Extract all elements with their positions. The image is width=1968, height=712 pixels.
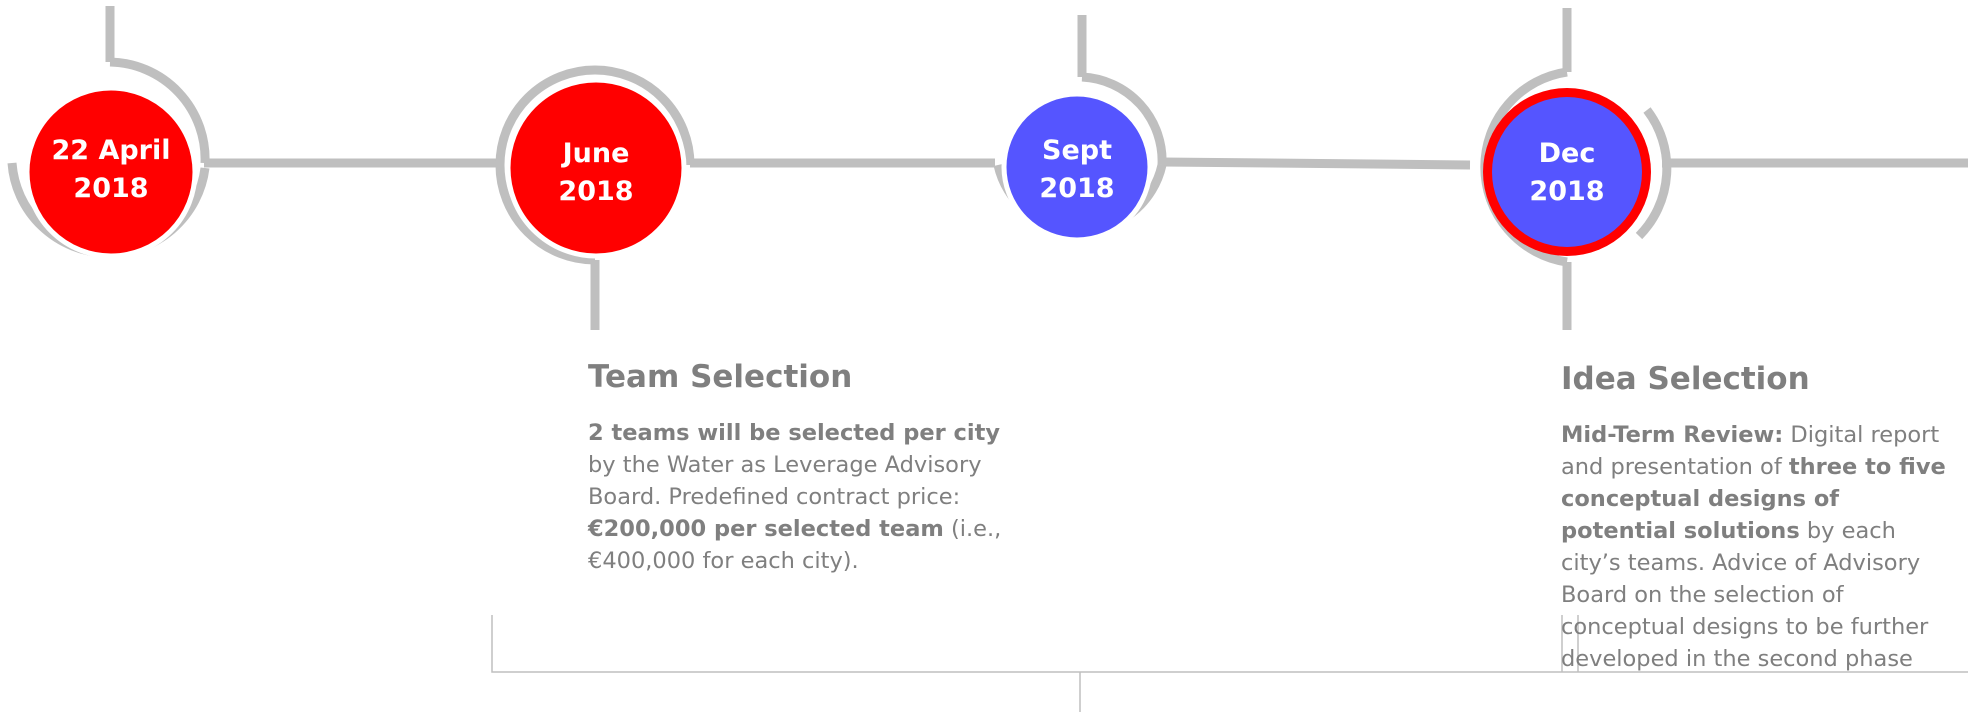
milestone-year: 2018 (1039, 173, 1115, 204)
milestone-label-sept: Sept 2018 (987, 132, 1167, 208)
team-selection-text: 2 teams will be selected per city by the… (588, 417, 1008, 577)
milestone-date: Dec (1538, 138, 1596, 169)
milestone-year: 2018 (73, 173, 149, 204)
milestone-label-april: 22 April 2018 (21, 132, 201, 208)
emphasis-text: €200,000 per selected team (588, 516, 944, 542)
milestone-date: June (562, 138, 630, 169)
timeline-connector (1161, 157, 1471, 170)
emphasis-text: 2 teams will be selected per city (588, 420, 1000, 446)
idea-selection-text: Mid-Term Review: Digital report and pres… (1561, 419, 1961, 675)
milestone-year: 2018 (558, 176, 634, 207)
team-selection-panel: Team Selection 2 teams will be selected … (588, 357, 1008, 577)
milestone-date: 22 April (51, 135, 171, 166)
idea-selection-title: Idea Selection (1561, 361, 1810, 397)
emphasis-text: Mid-Term Review: (1561, 422, 1784, 448)
milestone-label-dec: Dec 2018 (1477, 135, 1657, 211)
idea-selection-panel: Idea Selection Mid-Term Review: Digital … (1561, 359, 1961, 675)
body-text: by the Water as Leverage Advisory Board.… (588, 452, 982, 510)
milestone-label-june: June 2018 (506, 135, 686, 211)
milestone-year: 2018 (1529, 176, 1605, 207)
team-selection-title: Team Selection (588, 359, 853, 395)
milestone-date: Sept (1042, 135, 1112, 166)
